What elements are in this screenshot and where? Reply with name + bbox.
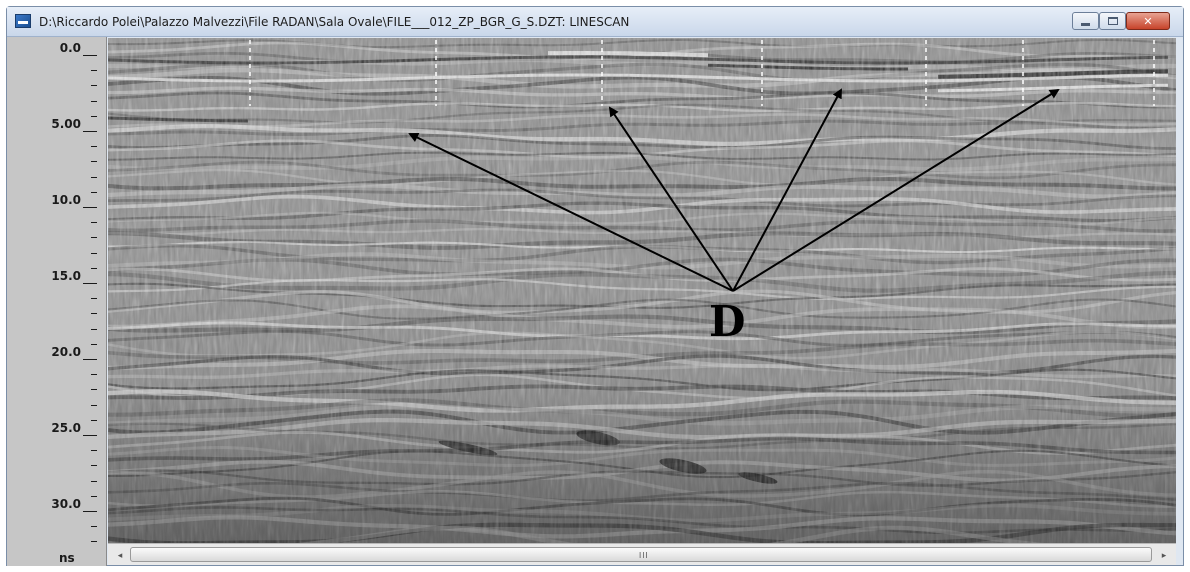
ruler-major-tick <box>83 359 97 360</box>
ruler-minor-tick <box>91 374 97 376</box>
ruler-tick-label: 0.0 <box>59 41 81 55</box>
ruler-minor-tick <box>91 328 97 330</box>
time-depth-ruler: ns 0.0 5.00 10.0 15.0 20.0 25.0 30.0 <box>7 37 107 566</box>
annotation-label-d: D <box>709 297 746 346</box>
scrollbar-thumb[interactable]: III <box>130 547 1152 562</box>
ruler-minor-tick <box>91 222 97 224</box>
ruler-minor-tick <box>91 389 97 391</box>
ruler-minor-tick <box>91 267 97 269</box>
ruler-unit-label: ns <box>59 551 75 565</box>
ruler-minor-tick <box>91 237 97 239</box>
ruler-major-tick <box>83 131 97 132</box>
ruler-major-tick <box>83 435 97 436</box>
ruler-major-tick <box>83 511 97 512</box>
ruler-tick-label: 15.0 <box>51 269 81 283</box>
ruler-tick-label: 20.0 <box>51 345 81 359</box>
ruler-minor-tick <box>91 115 97 117</box>
ruler-minor-tick <box>91 526 97 528</box>
ruler-minor-tick <box>91 85 97 87</box>
ruler-minor-tick <box>91 161 97 163</box>
close-button[interactable]: ✕ <box>1126 12 1170 30</box>
ruler-minor-tick <box>91 252 97 254</box>
ruler-minor-tick <box>91 100 97 102</box>
ruler-minor-tick <box>91 419 97 421</box>
title-bar[interactable]: D:\Riccardo Polei\Palazzo Malvezzi\File … <box>7 7 1183 37</box>
radan-app-icon[interactable] <box>15 14 31 28</box>
ruler-tick-label: 5.00 <box>51 117 81 131</box>
window-title: D:\Riccardo Polei\Palazzo Malvezzi\File … <box>39 15 630 29</box>
maximize-button[interactable] <box>1099 12 1126 30</box>
maximize-icon <box>1107 17 1118 25</box>
ruler-minor-tick <box>91 450 97 452</box>
ruler-minor-tick <box>91 298 97 300</box>
ruler-minor-tick <box>91 495 97 497</box>
ruler-minor-tick <box>91 404 97 406</box>
ruler-tick-label: 10.0 <box>51 193 81 207</box>
ruler-tick-label: 25.0 <box>51 421 81 435</box>
ruler-minor-tick <box>91 191 97 193</box>
ruler-major-tick <box>83 283 97 284</box>
ruler-minor-tick <box>91 146 97 148</box>
ruler-minor-tick <box>91 541 97 543</box>
radargram-image <box>108 38 1176 543</box>
radargram-canvas[interactable] <box>108 38 1176 543</box>
scroll-left-arrow-icon[interactable]: ◂ <box>112 547 128 563</box>
ruler-major-tick <box>83 55 97 56</box>
ruler-major-tick <box>83 207 97 208</box>
linescan-window: D:\Riccardo Polei\Palazzo Malvezzi\File … <box>6 6 1184 566</box>
ruler-minor-tick <box>91 70 97 72</box>
ruler-minor-tick <box>91 313 97 315</box>
ruler-tick-label: 30.0 <box>51 497 81 511</box>
ruler-minor-tick <box>91 480 97 482</box>
horizontal-scrollbar[interactable]: ◂ III ▸ <box>108 543 1176 565</box>
close-icon: ✕ <box>1143 14 1153 28</box>
ruler-minor-tick <box>91 465 97 467</box>
minimize-button[interactable] <box>1072 12 1099 30</box>
scrollbar-grip-icon: III <box>639 551 649 560</box>
minimize-icon <box>1081 22 1090 26</box>
ruler-minor-tick <box>91 176 97 178</box>
ruler-minor-tick <box>91 343 97 345</box>
scroll-right-arrow-icon[interactable]: ▸ <box>1156 547 1172 563</box>
